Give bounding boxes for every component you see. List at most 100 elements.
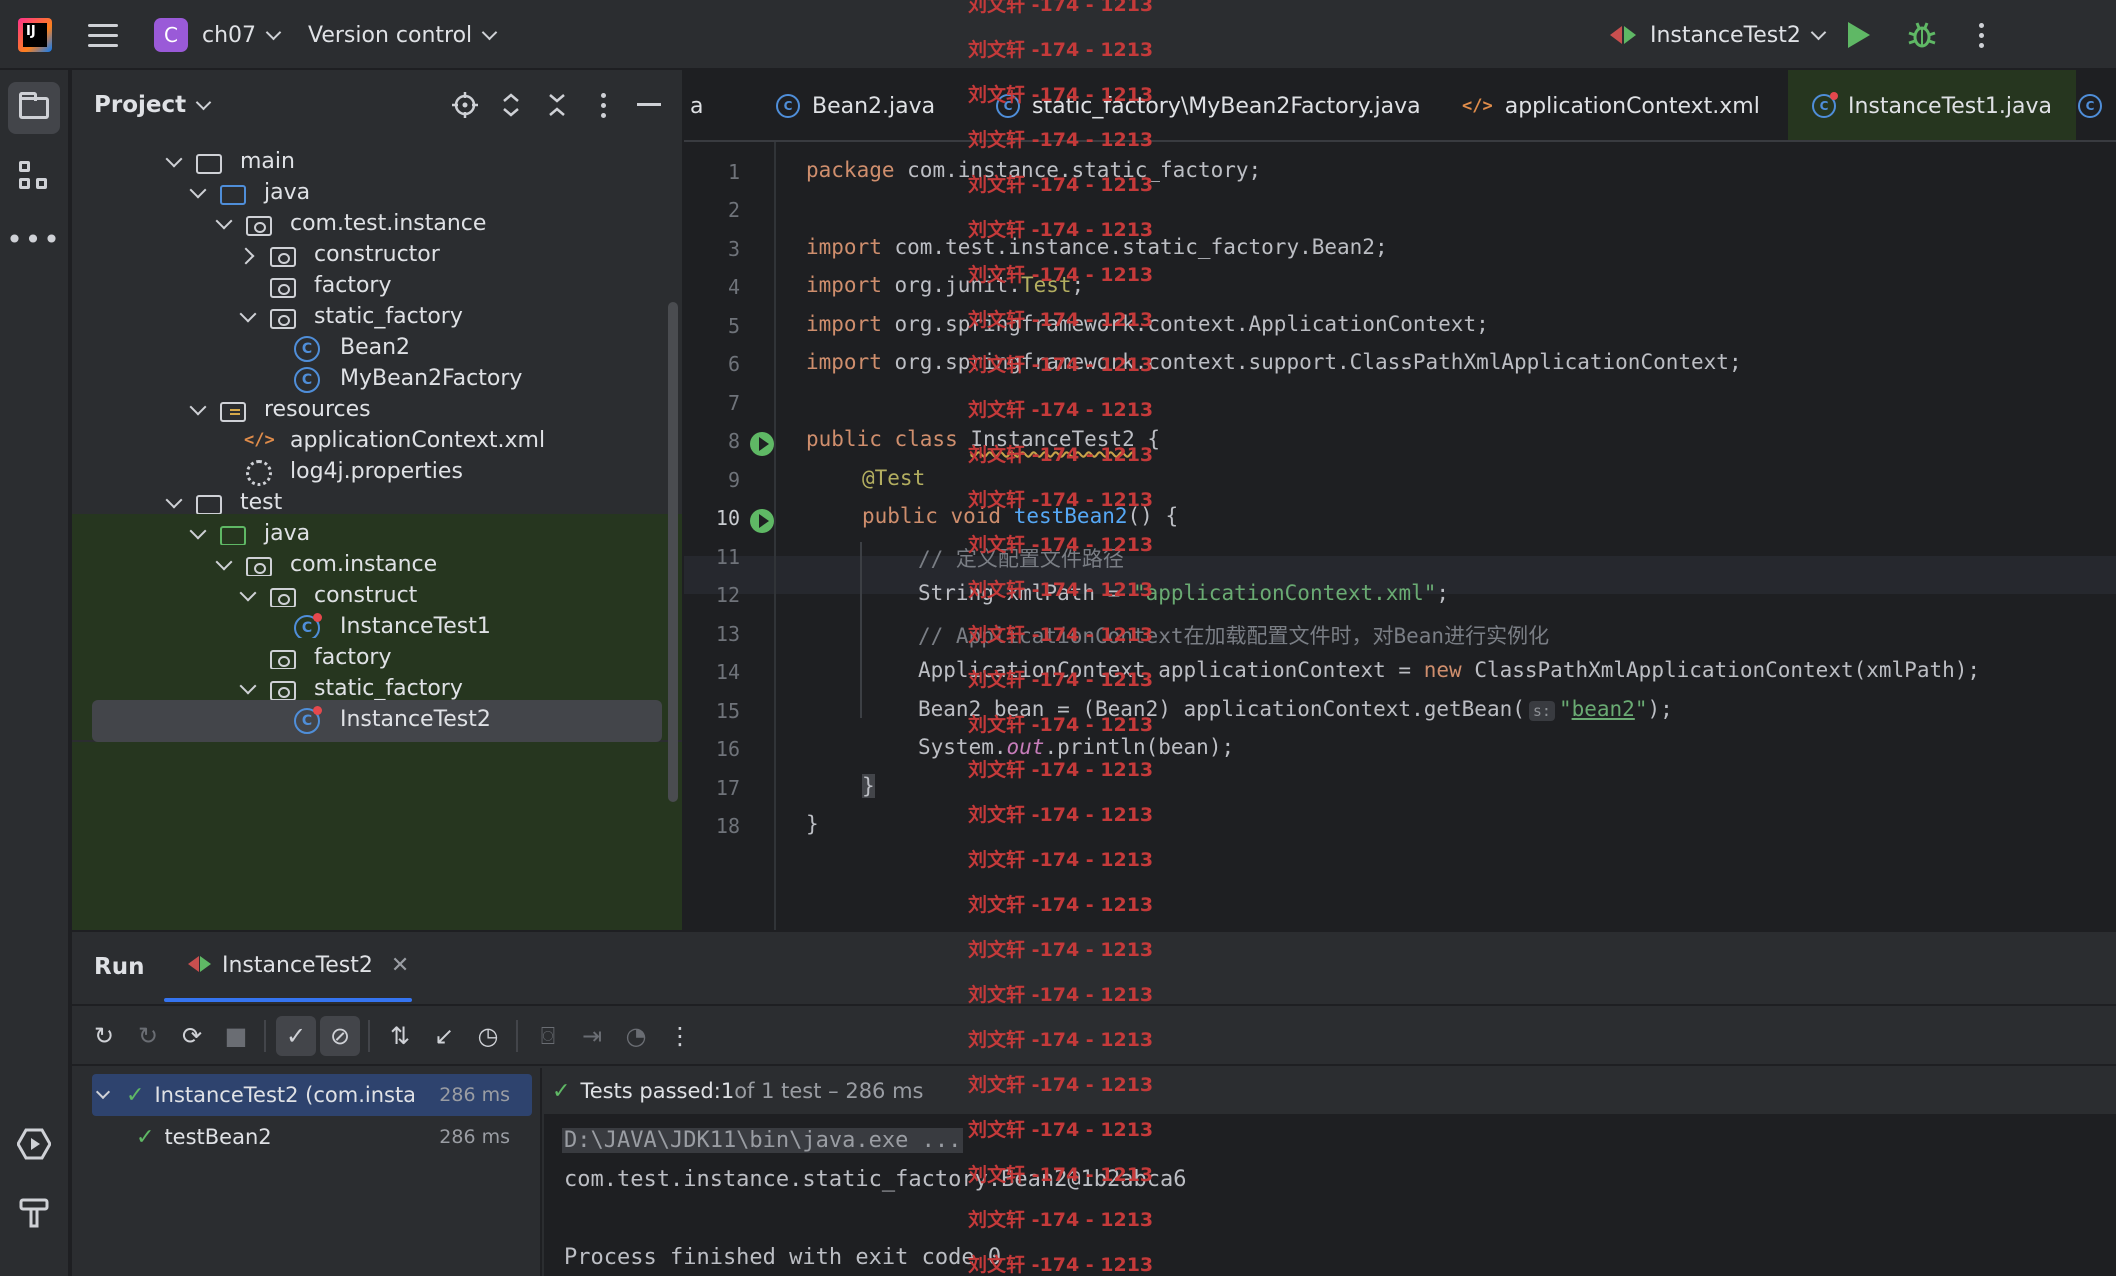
- line-number: 18: [715, 814, 740, 838]
- line-number: 14: [715, 660, 740, 684]
- code-line: ApplicationContext applicationContext = …: [918, 658, 1981, 682]
- project-name: ch07: [202, 22, 257, 48]
- more-actions-icon[interactable]: ⋮: [660, 1016, 700, 1056]
- line-number: 5: [727, 314, 740, 338]
- services-icon: [17, 1128, 51, 1160]
- test-class-icon: C: [294, 706, 322, 734]
- class-icon: C: [2078, 94, 2102, 118]
- more-tools-button[interactable]: •••: [6, 220, 60, 272]
- class-icon: C: [776, 94, 800, 118]
- chevron-down-icon: [1810, 24, 1827, 40]
- code-line: import org.springframework.context.suppo…: [806, 350, 1742, 374]
- console-command-line[interactable]: D:\JAVA\JDK11\bin\java.exe ...: [562, 1128, 964, 1153]
- line-number: 2: [727, 198, 740, 222]
- project-view-selector[interactable]: Project: [94, 92, 212, 118]
- console-line: com.test.instance.static_factory.Bean2@1…: [564, 1167, 1187, 1192]
- test-folder-icon: [220, 526, 246, 546]
- tab-overflow[interactable]: C: [2078, 70, 2114, 140]
- collapse-all-icon[interactable]: [544, 92, 570, 118]
- tab-truncated[interactable]: a: [690, 70, 703, 140]
- debug-button[interactable]: [1906, 0, 1940, 70]
- main-toolbar: IJ C ch07 Version control InstanceTest2: [0, 0, 2116, 70]
- project-scrollbar[interactable]: [668, 302, 678, 802]
- line-number: 11: [715, 545, 740, 569]
- more-actions-icon[interactable]: [1978, 0, 1984, 70]
- package-icon: [270, 681, 296, 701]
- editor-tabs: a C Bean2.java C static_factory\MyBean2F…: [684, 70, 2116, 142]
- show-ignored-icon[interactable]: ⊘: [320, 1016, 360, 1056]
- run-tab-instancetest2[interactable]: InstanceTest2 ✕: [188, 952, 409, 978]
- chevron-down-icon: [265, 24, 282, 40]
- rerun-failed-icon[interactable]: ↻: [128, 1016, 168, 1056]
- screenshot-icon[interactable]: ⌼: [528, 1016, 568, 1056]
- code-area[interactable]: 1 2 3 4 5 6 7 8 9 10 11 12 13 14 15 16 1…: [684, 142, 2116, 930]
- package-icon: [270, 247, 296, 267]
- test-suite-row[interactable]: ✓ InstanceTest2 (com.instance 286 ms: [92, 1074, 532, 1116]
- run-test-gutter-icon[interactable]: [750, 509, 774, 533]
- export-icon[interactable]: ⇥: [572, 1016, 612, 1056]
- code-line: package com.instance.static_factory;: [806, 158, 1262, 182]
- tab-applicationcontext[interactable]: </> applicationContext.xml: [1462, 70, 1760, 140]
- run-header: Run InstanceTest2 ✕: [72, 932, 2116, 1004]
- rerun-auto-icon[interactable]: ⟳: [172, 1016, 212, 1056]
- run-configuration-selector[interactable]: InstanceTest2: [1610, 0, 1827, 70]
- hide-panel-icon[interactable]: [636, 92, 662, 118]
- build-tool-button[interactable]: [8, 1186, 60, 1238]
- intellij-logo-icon: IJ: [18, 18, 52, 52]
- show-passed-icon[interactable]: ✓: [276, 1016, 316, 1056]
- hammer-icon: [19, 1198, 49, 1228]
- line-number: 10: [715, 506, 740, 530]
- project-tree: main java com.test.instance constructor …: [72, 142, 682, 930]
- class-icon: C: [996, 94, 1020, 118]
- package-icon: [270, 588, 296, 608]
- services-tool-button[interactable]: [8, 1118, 60, 1170]
- tree-item-test-class-selected[interactable]: C InstanceTest2: [92, 700, 662, 742]
- stop-icon[interactable]: ■: [216, 1016, 256, 1056]
- tab-mybean2factory[interactable]: C static_factory\MyBean2Factory.java: [996, 70, 1421, 140]
- tab-bean2[interactable]: C Bean2.java: [776, 70, 935, 140]
- main-menu-icon[interactable]: [86, 0, 120, 70]
- test-results-tree: ✓ InstanceTest2 (com.instance 286 ms ✓ t…: [72, 1068, 542, 1276]
- coverage-icon[interactable]: ◔: [616, 1016, 656, 1056]
- xml-file-icon: </>: [244, 430, 275, 450]
- rerun-icon[interactable]: ↻: [84, 1016, 124, 1056]
- project-tool-button[interactable]: [8, 82, 60, 134]
- panel-options-icon[interactable]: [590, 92, 616, 118]
- project-badge: C: [154, 18, 188, 52]
- sort-icon[interactable]: ⇅: [380, 1016, 420, 1056]
- editor: a C Bean2.java C static_factory\MyBean2F…: [684, 70, 2116, 930]
- code-line: // 定义配置文件路径: [918, 547, 1124, 571]
- locate-icon[interactable]: [452, 92, 478, 118]
- bug-icon: [1908, 22, 1936, 48]
- indent-guide: [860, 542, 862, 718]
- run-button[interactable]: [1848, 0, 1878, 70]
- code-line: import org.junit.Test;: [806, 273, 1085, 297]
- test-status-bar: ✓ Tests passed: 1 of 1 test – 286 ms: [544, 1068, 2116, 1114]
- tool-window-strip: •••: [0, 70, 70, 1276]
- expand-all-icon[interactable]: [498, 92, 524, 118]
- tab-instancetest1[interactable]: C InstanceTest1.java: [1788, 70, 2076, 140]
- code-line: System.out.println(bean);: [918, 735, 1235, 759]
- package-icon: [270, 650, 296, 670]
- history-icon[interactable]: ◷: [468, 1016, 508, 1056]
- version-control-label: Version control: [308, 22, 473, 48]
- run-test-gutter-icon[interactable]: [750, 432, 774, 456]
- project-switcher[interactable]: C ch07: [154, 0, 282, 70]
- run-toolbar: ↻ ↻ ⟳ ■ ✓ ⊘ ⇅ ↙ ◷ ⌼ ⇥ ◔ ⋮: [72, 1004, 2116, 1066]
- chevron-down-icon: [195, 94, 212, 110]
- structure-tool-button[interactable]: [8, 150, 60, 202]
- gutter-divider: [774, 142, 776, 930]
- folder-icon: [196, 154, 222, 174]
- version-control-menu[interactable]: Version control: [308, 0, 498, 70]
- run-panel-title: Run: [94, 954, 145, 980]
- resource-folder-icon: [220, 402, 246, 422]
- project-panel-title: Project: [94, 92, 187, 118]
- close-icon[interactable]: ✕: [391, 953, 409, 978]
- code-line: }: [806, 812, 819, 836]
- test-case-row[interactable]: ✓ testBean2 286 ms: [92, 1116, 532, 1158]
- line-number: 13: [715, 622, 740, 646]
- chevron-down-icon: [481, 24, 498, 40]
- collapse-icon[interactable]: ↙: [424, 1016, 464, 1056]
- line-number: 3: [727, 237, 740, 261]
- console-output[interactable]: ✓ Tests passed: 1 of 1 test – 286 ms D:\…: [544, 1068, 2116, 1276]
